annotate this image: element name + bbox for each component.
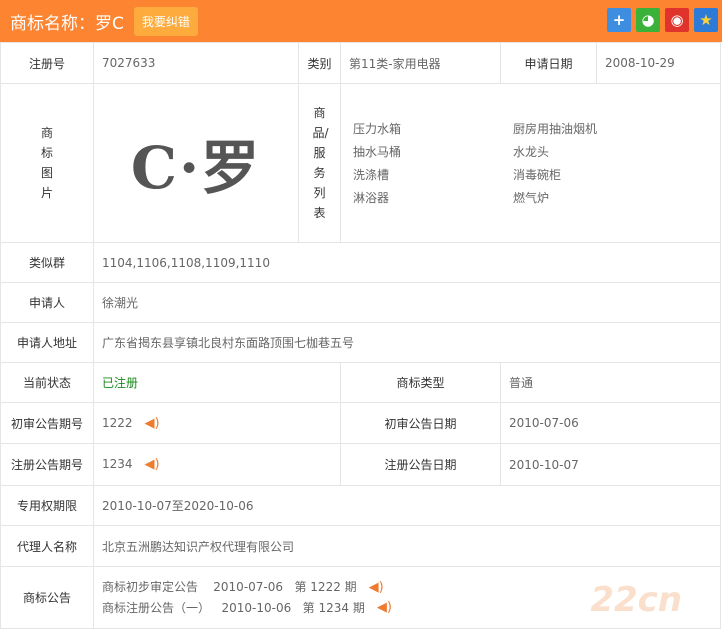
goods-item: 压力水箱 — [353, 122, 402, 136]
status-value: 已注册 — [93, 362, 341, 403]
speaker-icon[interactable]: ◀) — [145, 416, 160, 431]
weibo-icon[interactable]: ◉ — [665, 8, 689, 32]
goods-item: 厨房用抽油烟机 — [513, 122, 598, 136]
goods-item: 抽水马桶 — [353, 145, 402, 159]
similar-value: 1104,1106,1108,1109,1110 — [93, 242, 721, 283]
exclusive-label: 专用权期限 — [0, 485, 94, 526]
address-label: 申请人地址 — [0, 322, 94, 363]
reg-pub-date-value: 2010-10-07 — [500, 443, 721, 486]
reg-pub-no-label: 注册公告期号 — [0, 443, 94, 486]
plus-icon[interactable]: + — [607, 8, 631, 32]
goods-item: 燃气炉 — [513, 191, 550, 205]
type-value: 普通 — [500, 362, 721, 403]
watermark-logo: 22cn — [590, 580, 682, 620]
speaker-icon[interactable]: ◀) — [369, 578, 384, 598]
prelim-date-value: 2010-07-06 — [500, 402, 721, 444]
header: 商标名称：罗C 我要纠错 + ◕ ◉ ★ — [0, 0, 722, 42]
category-value: 第11类-家用电器 — [340, 42, 501, 84]
status-label: 当前状态 — [0, 362, 94, 403]
agent-label: 代理人名称 — [0, 525, 94, 567]
goods-item: 水龙头 — [513, 145, 550, 159]
reg-pub-no-cell: 1234 ◀) — [93, 443, 341, 486]
reg-pub-date-label: 注册公告日期 — [340, 443, 501, 486]
prelim-no-value: 1222 — [102, 415, 133, 430]
page-title: 商标名称：罗C — [10, 13, 124, 34]
goods-item: 消毒碗柜 — [513, 168, 562, 182]
speaker-icon[interactable]: ◀) — [377, 598, 392, 618]
trademark-table: 注册号 7027633 类别 第11类-家用电器 申请日期 2008-10-29… — [0, 42, 721, 629]
goods-item: 洗涤槽 — [353, 168, 390, 182]
prelim-no-label: 初审公告期号 — [0, 402, 94, 444]
goods-item: 淋浴器 — [353, 191, 390, 205]
share-bar: + ◕ ◉ ★ — [607, 8, 718, 32]
prelim-date-label: 初审公告日期 — [340, 402, 501, 444]
apply-date-label: 申请日期 — [500, 42, 597, 84]
goods-label: 商品/服务列表 — [298, 83, 341, 243]
apply-date-value: 2008-10-29 — [596, 42, 721, 84]
image-label: 商标图片 — [0, 83, 94, 243]
type-label: 商标类型 — [340, 362, 501, 403]
announce-label: 商标公告 — [0, 566, 94, 629]
category-label: 类别 — [298, 42, 341, 84]
reg-no-value: 7027633 — [93, 42, 299, 84]
prelim-no-cell: 1222 ◀) — [93, 402, 341, 444]
goods-list: 压力水箱 厨房用抽油烟机 抽水马桶 水龙头 洗涤槽 消毒碗柜 淋浴器 燃气炉 — [340, 83, 721, 243]
reg-pub-no-value: 1234 — [102, 457, 133, 471]
similar-label: 类似群 — [0, 242, 94, 283]
agent-value: 北京五洲鹏达知识产权代理有限公司 — [93, 525, 721, 567]
applicant-value: 徐潮光 — [93, 282, 721, 323]
wechat-icon[interactable]: ◕ — [636, 8, 660, 32]
applicant-label: 申请人 — [0, 282, 94, 323]
trademark-image: C·罗 — [93, 83, 299, 243]
report-error-button[interactable]: 我要纠错 — [133, 6, 198, 36]
address-value: 广东省揭东县享镇北良村东面路顶围七枷巷五号 — [93, 322, 721, 363]
qzone-icon[interactable]: ★ — [694, 8, 718, 32]
exclusive-value: 2010-10-07至2020-10-06 — [93, 485, 721, 526]
speaker-icon[interactable]: ◀) — [145, 457, 160, 472]
reg-no-label: 注册号 — [0, 42, 94, 84]
